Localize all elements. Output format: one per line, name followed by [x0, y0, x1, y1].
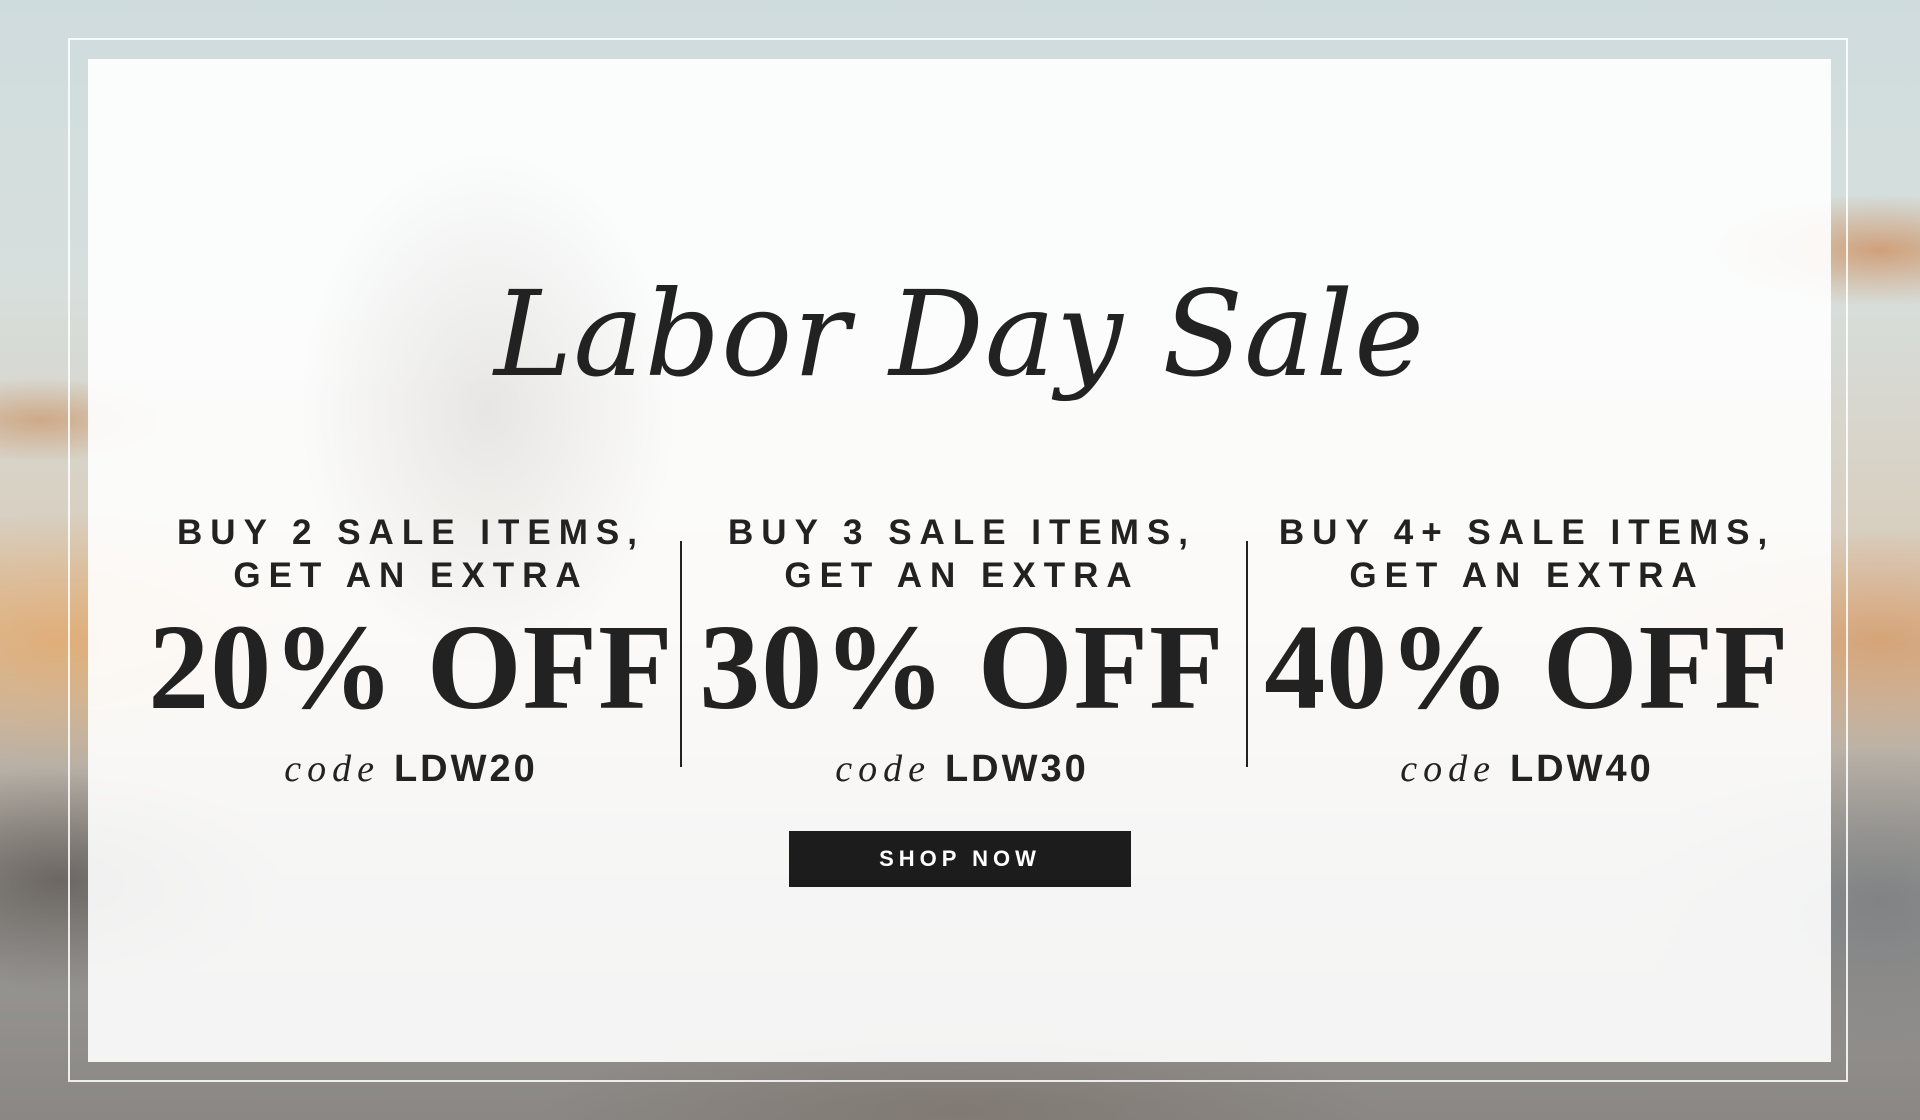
shop-now-button[interactable]: SHOP NOW [789, 831, 1131, 887]
offer-line-1: BUY 2 SALE ITEMS, [177, 513, 645, 552]
promo-code-row: code LDW20 [131, 747, 691, 791]
offer-tier-3: BUY 4+ SALE ITEMS, GET AN EXTRA 40% OFF … [1247, 511, 1807, 791]
offer-line-2: GET AN EXTRA [1349, 556, 1705, 595]
sale-panel: Labor Day Sale BUY 2 SALE ITEMS, GET AN … [88, 59, 1831, 1062]
offer-tier-1: BUY 2 SALE ITEMS, GET AN EXTRA 20% OFF c… [131, 511, 691, 791]
offer-line-2: GET AN EXTRA [784, 556, 1140, 595]
offer-line-1: BUY 3 SALE ITEMS, [728, 513, 1196, 552]
offer-line-1: BUY 4+ SALE ITEMS, [1278, 513, 1776, 552]
code-label: code [835, 748, 931, 790]
sale-title: Labor Day Sale [493, 265, 1426, 403]
code-label: code [284, 748, 380, 790]
offer-discount: 20% OFF [148, 600, 674, 735]
promo-code: LDW40 [1509, 748, 1654, 790]
promo-code-row: code LDW30 [682, 747, 1242, 791]
offer-discount: 40% OFF [1264, 600, 1790, 735]
promo-code: LDW20 [393, 748, 538, 790]
promo-code-row: code LDW40 [1247, 747, 1807, 791]
offer-tier-2: BUY 3 SALE ITEMS, GET AN EXTRA 30% OFF c… [682, 511, 1242, 791]
code-label: code [1400, 748, 1496, 790]
offer-line-2: GET AN EXTRA [233, 556, 589, 595]
offer-discount: 30% OFF [699, 600, 1225, 735]
promo-code: LDW30 [944, 748, 1089, 790]
